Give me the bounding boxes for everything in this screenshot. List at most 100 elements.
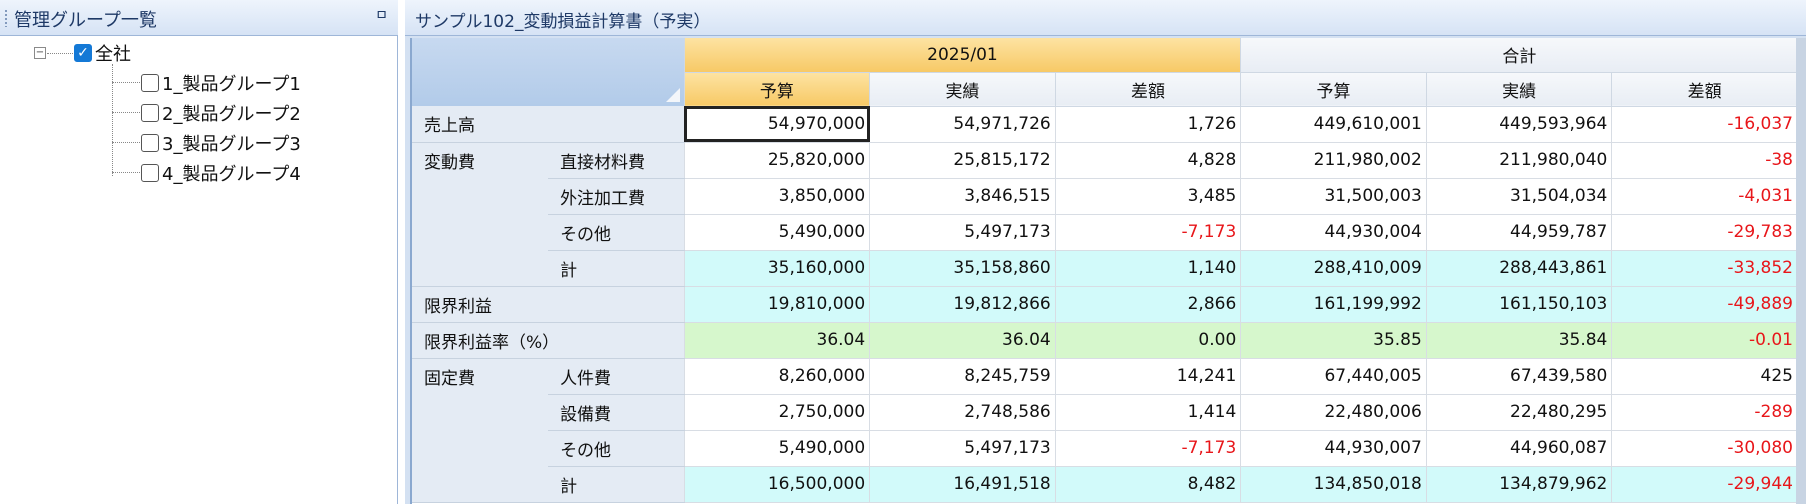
col-header-budget[interactable]: 予算	[683, 71, 871, 107]
value-cell[interactable]: 36.04	[869, 321, 1056, 359]
report-grid[interactable]: 2025/01 合計 予算 実績 差額 予算 実績 差額 売上高 54,970,0…	[410, 38, 1796, 504]
value-cell[interactable]: -29,783	[1611, 213, 1796, 251]
value-cell[interactable]: 134,879,962	[1425, 465, 1613, 503]
value-cell[interactable]: 44,959,787	[1425, 213, 1613, 251]
value-cell[interactable]: 449,610,001	[1240, 105, 1427, 143]
value-cell[interactable]: 2,748,586	[869, 393, 1056, 431]
value-cell[interactable]: 31,500,003	[1240, 177, 1427, 215]
value-cell[interactable]: 44,930,007	[1240, 429, 1427, 467]
value-cell[interactable]: 25,820,000	[683, 141, 871, 179]
value-cell[interactable]: 1,726	[1054, 105, 1242, 143]
value-cell[interactable]: 3,850,000	[683, 177, 871, 215]
value-cell[interactable]: 35,158,860	[869, 249, 1056, 287]
value-cell[interactable]: -38	[1611, 141, 1796, 179]
value-cell[interactable]: 19,812,866	[869, 285, 1056, 323]
tree-node-group-2[interactable]: 2_製品グループ2	[141, 100, 301, 126]
value-cell[interactable]: 44,960,087	[1425, 429, 1613, 467]
value-cell[interactable]: 35.84	[1425, 321, 1613, 359]
row-item-label[interactable]: 計	[548, 466, 685, 503]
total-header[interactable]: 合計	[1240, 38, 1796, 72]
value-cell[interactable]: -0.01	[1611, 321, 1796, 359]
value-cell[interactable]: 1,140	[1054, 249, 1242, 287]
value-cell[interactable]: 35.85	[1240, 321, 1427, 359]
row-item-label[interactable]: 直接材料費	[548, 142, 685, 179]
checkbox-icon[interactable]	[141, 134, 159, 152]
tree-node-group-4[interactable]: 4_製品グループ4	[141, 160, 301, 186]
value-cell[interactable]: 14,241	[1054, 357, 1242, 395]
value-cell[interactable]: -7,173	[1054, 213, 1242, 251]
period-header[interactable]: 2025/01	[684, 38, 1242, 72]
collapse-toggle-icon[interactable]: −	[34, 47, 46, 59]
row-group-label[interactable]: 固定費	[412, 358, 549, 395]
col-header-variance[interactable]: 差額	[1054, 71, 1242, 107]
value-cell[interactable]: 8,260,000	[683, 357, 871, 395]
vertical-scrollbar[interactable]	[1796, 38, 1806, 504]
row-item-label[interactable]: その他	[548, 214, 685, 251]
checkbox-icon[interactable]	[141, 74, 159, 92]
value-cell[interactable]: 2,866	[1054, 285, 1242, 323]
corner-cell[interactable]	[412, 38, 685, 106]
col-header-total-variance[interactable]: 差額	[1611, 71, 1796, 107]
col-header-total-budget[interactable]: 予算	[1240, 71, 1427, 107]
row-label[interactable]: 限界利益	[412, 286, 685, 323]
value-cell[interactable]: 425	[1611, 357, 1796, 395]
value-cell[interactable]: 2,750,000	[683, 393, 871, 431]
value-cell[interactable]: 161,199,992	[1240, 285, 1427, 323]
row-item-label[interactable]: 計	[548, 250, 685, 287]
value-cell[interactable]: 1,414	[1054, 393, 1242, 431]
row-group-label[interactable]	[412, 214, 549, 251]
value-cell[interactable]: 5,490,000	[683, 429, 871, 467]
value-cell[interactable]: 54,970,000	[683, 105, 871, 143]
value-cell[interactable]: 22,480,295	[1425, 393, 1613, 431]
row-label[interactable]: 売上高	[412, 106, 685, 143]
value-cell[interactable]: 16,491,518	[869, 465, 1056, 503]
tree-node-group-1[interactable]: 1_製品グループ1	[141, 70, 301, 96]
value-cell[interactable]: 67,440,005	[1240, 357, 1427, 395]
value-cell[interactable]: 288,443,861	[1425, 249, 1613, 287]
value-cell[interactable]: 19,810,000	[683, 285, 871, 323]
checkbox-checked-icon[interactable]: ✓	[74, 44, 92, 62]
col-header-total-actual[interactable]: 実績	[1425, 71, 1613, 107]
row-group-label[interactable]	[412, 430, 549, 467]
value-cell[interactable]: 44,930,004	[1240, 213, 1427, 251]
value-cell[interactable]: 31,504,034	[1425, 177, 1613, 215]
row-group-label[interactable]	[412, 466, 549, 503]
tree-node-root[interactable]: ✓ 全社	[74, 40, 131, 66]
value-cell[interactable]: 134,850,018	[1240, 465, 1427, 503]
value-cell[interactable]: 8,245,759	[869, 357, 1056, 395]
value-cell[interactable]: 0.00	[1054, 321, 1242, 359]
row-group-label[interactable]	[412, 394, 549, 431]
value-cell[interactable]: 211,980,040	[1425, 141, 1613, 179]
value-cell[interactable]: 35,160,000	[683, 249, 871, 287]
value-cell[interactable]: -30,080	[1611, 429, 1796, 467]
row-group-label[interactable]	[412, 250, 549, 287]
pin-icon[interactable]: ㅁ	[375, 5, 388, 25]
row-item-label[interactable]: 外注加工費	[548, 178, 685, 215]
value-cell[interactable]: 211,980,002	[1240, 141, 1427, 179]
value-cell[interactable]: 4,828	[1054, 141, 1242, 179]
value-cell[interactable]: 3,485	[1054, 177, 1242, 215]
row-item-label[interactable]: その他	[548, 430, 685, 467]
value-cell[interactable]: 22,480,006	[1240, 393, 1427, 431]
value-cell[interactable]: 5,497,173	[869, 429, 1056, 467]
row-group-label[interactable]	[412, 178, 549, 215]
value-cell[interactable]: 54,971,726	[869, 105, 1056, 143]
tree-node-group-3[interactable]: 3_製品グループ3	[141, 130, 301, 156]
checkbox-icon[interactable]	[141, 104, 159, 122]
value-cell[interactable]: 288,410,009	[1240, 249, 1427, 287]
drag-grip-icon[interactable]	[4, 9, 8, 27]
value-cell[interactable]: 449,593,964	[1425, 105, 1613, 143]
value-cell[interactable]: -7,173	[1054, 429, 1242, 467]
row-label[interactable]: 限界利益率（%）	[412, 322, 685, 359]
value-cell[interactable]: -49,889	[1611, 285, 1796, 323]
value-cell[interactable]: 67,439,580	[1425, 357, 1613, 395]
value-cell[interactable]: -33,852	[1611, 249, 1796, 287]
value-cell[interactable]: 8,482	[1054, 465, 1242, 503]
row-item-label[interactable]: 設備費	[548, 394, 685, 431]
value-cell[interactable]: 16,500,000	[683, 465, 871, 503]
value-cell[interactable]: -29,944	[1611, 465, 1796, 503]
value-cell[interactable]: -4,031	[1611, 177, 1796, 215]
row-item-label[interactable]: 人件費	[548, 358, 685, 395]
row-group-label[interactable]: 変動費	[412, 142, 549, 179]
value-cell[interactable]: 36.04	[683, 321, 871, 359]
